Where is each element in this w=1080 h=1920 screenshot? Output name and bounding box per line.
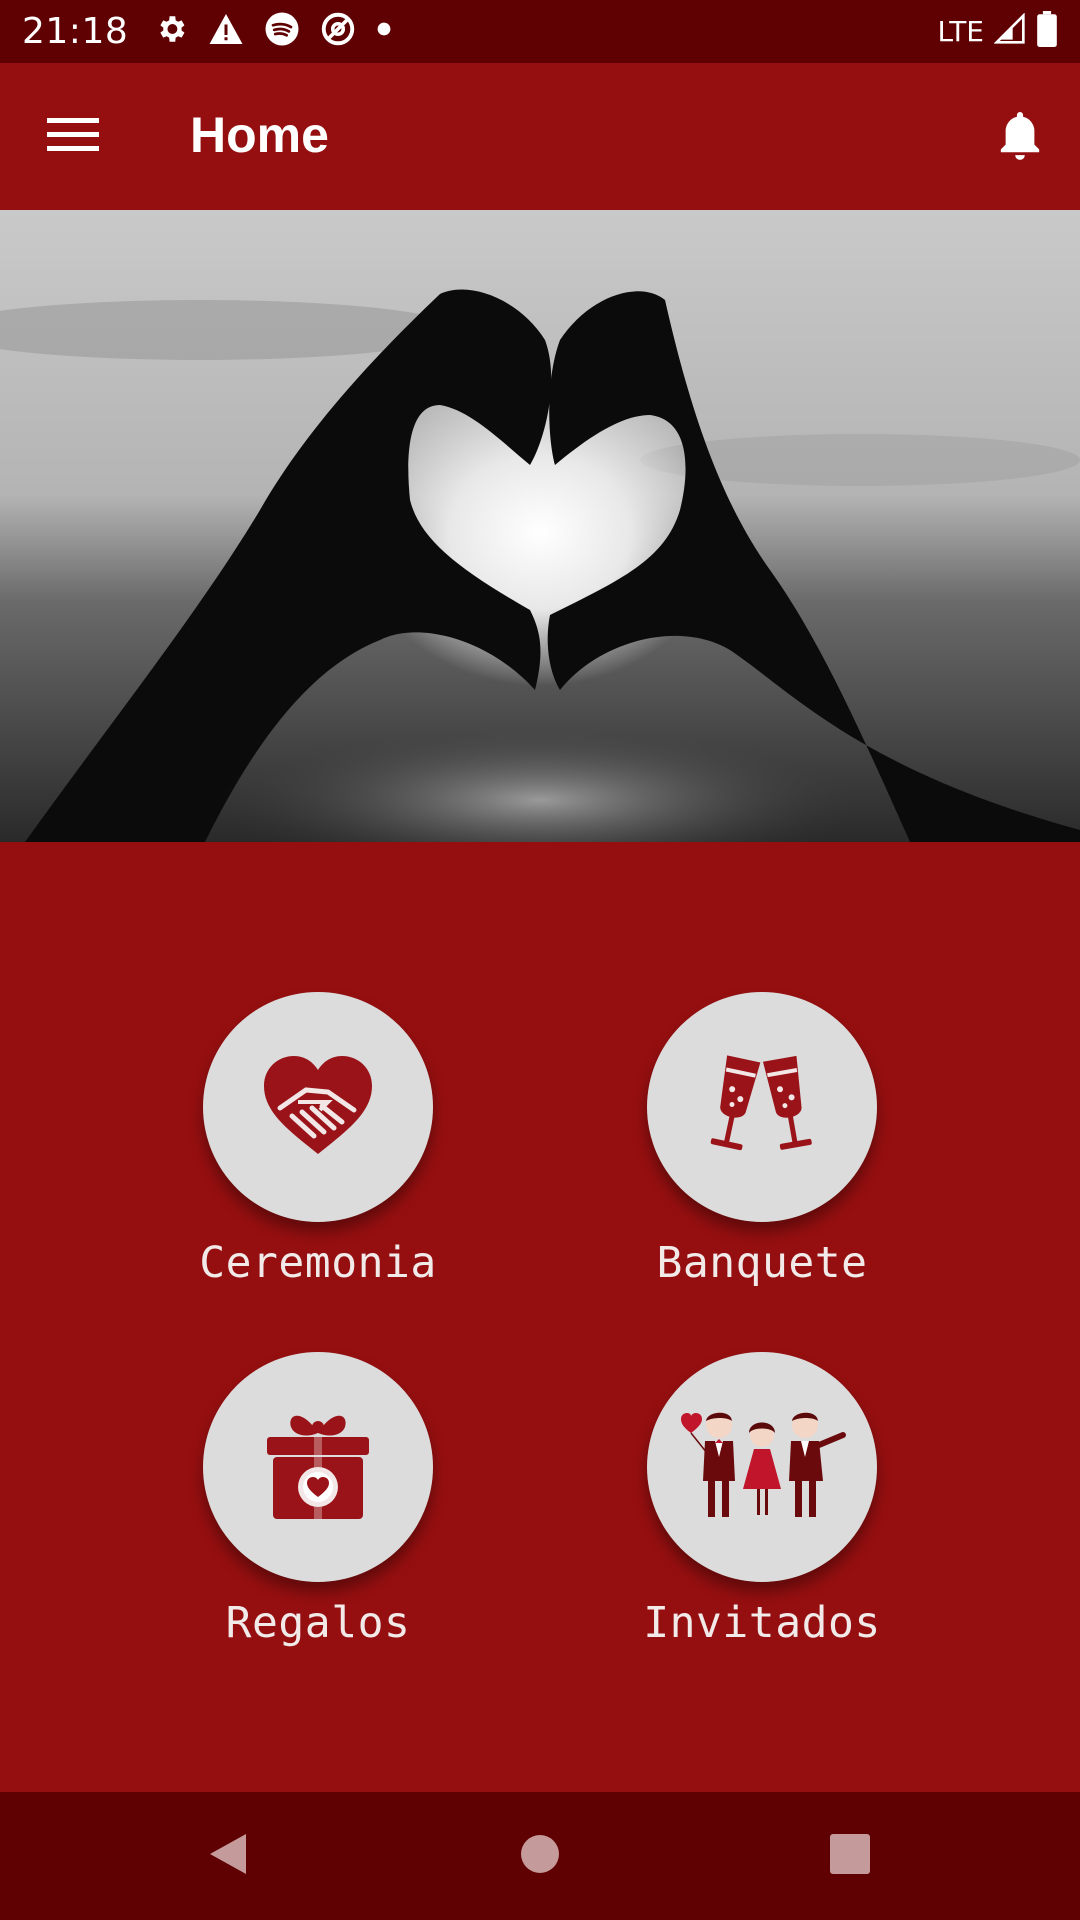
no-disturb-icon (320, 11, 356, 52)
warning-icon (208, 12, 244, 51)
status-right: LTE (937, 11, 1058, 52)
page-title: Home (190, 107, 329, 163)
hamburger-menu-icon (47, 116, 99, 159)
status-bar: 21:18 LTE (0, 0, 1080, 63)
status-icons (154, 11, 392, 52)
app-bar: Home (0, 63, 1080, 210)
heart-hands-photo (0, 210, 1080, 842)
menu-button[interactable] (32, 105, 114, 169)
menu-item-circle (203, 1352, 433, 1582)
champagne-glasses-icon (700, 1050, 824, 1165)
menu-item-circle (203, 992, 433, 1222)
settings-icon (154, 12, 188, 51)
home-circle-icon (520, 1834, 560, 1879)
bell-icon (997, 108, 1043, 167)
signal-icon (993, 12, 1026, 50)
gift-heart-icon (263, 1407, 373, 1528)
menu-item-banquete[interactable]: Banquete (582, 992, 942, 1288)
menu-grid: Ceremonia Banquete Regalos Invitados (0, 842, 1080, 1792)
notification-dot-icon (376, 21, 392, 42)
guests-icon (677, 1405, 847, 1530)
spotify-icon (264, 11, 300, 52)
back-button[interactable] (196, 1824, 260, 1888)
menu-item-regalos[interactable]: Regalos (138, 1352, 498, 1648)
system-nav-bar (0, 1792, 1080, 1920)
menu-item-label: Regalos (225, 1598, 411, 1648)
menu-item-ceremonia[interactable]: Ceremonia (138, 992, 498, 1288)
menu-item-label: Banquete (656, 1238, 868, 1288)
handshake-heart-icon (258, 1050, 378, 1165)
status-time: 21:18 (22, 11, 129, 52)
recents-square-icon (830, 1833, 870, 1879)
menu-item-label: Invitados (643, 1598, 881, 1648)
home-button[interactable] (508, 1824, 572, 1888)
recents-button[interactable] (818, 1824, 882, 1888)
back-triangle-icon (206, 1830, 250, 1883)
menu-item-circle (647, 1352, 877, 1582)
network-type: LTE (937, 15, 984, 48)
notifications-button[interactable] (982, 99, 1058, 175)
battery-icon (1036, 11, 1058, 52)
menu-item-circle (647, 992, 877, 1222)
hero-image (0, 210, 1080, 842)
menu-item-invitados[interactable]: Invitados (582, 1352, 942, 1648)
menu-item-label: Ceremonia (199, 1238, 437, 1288)
